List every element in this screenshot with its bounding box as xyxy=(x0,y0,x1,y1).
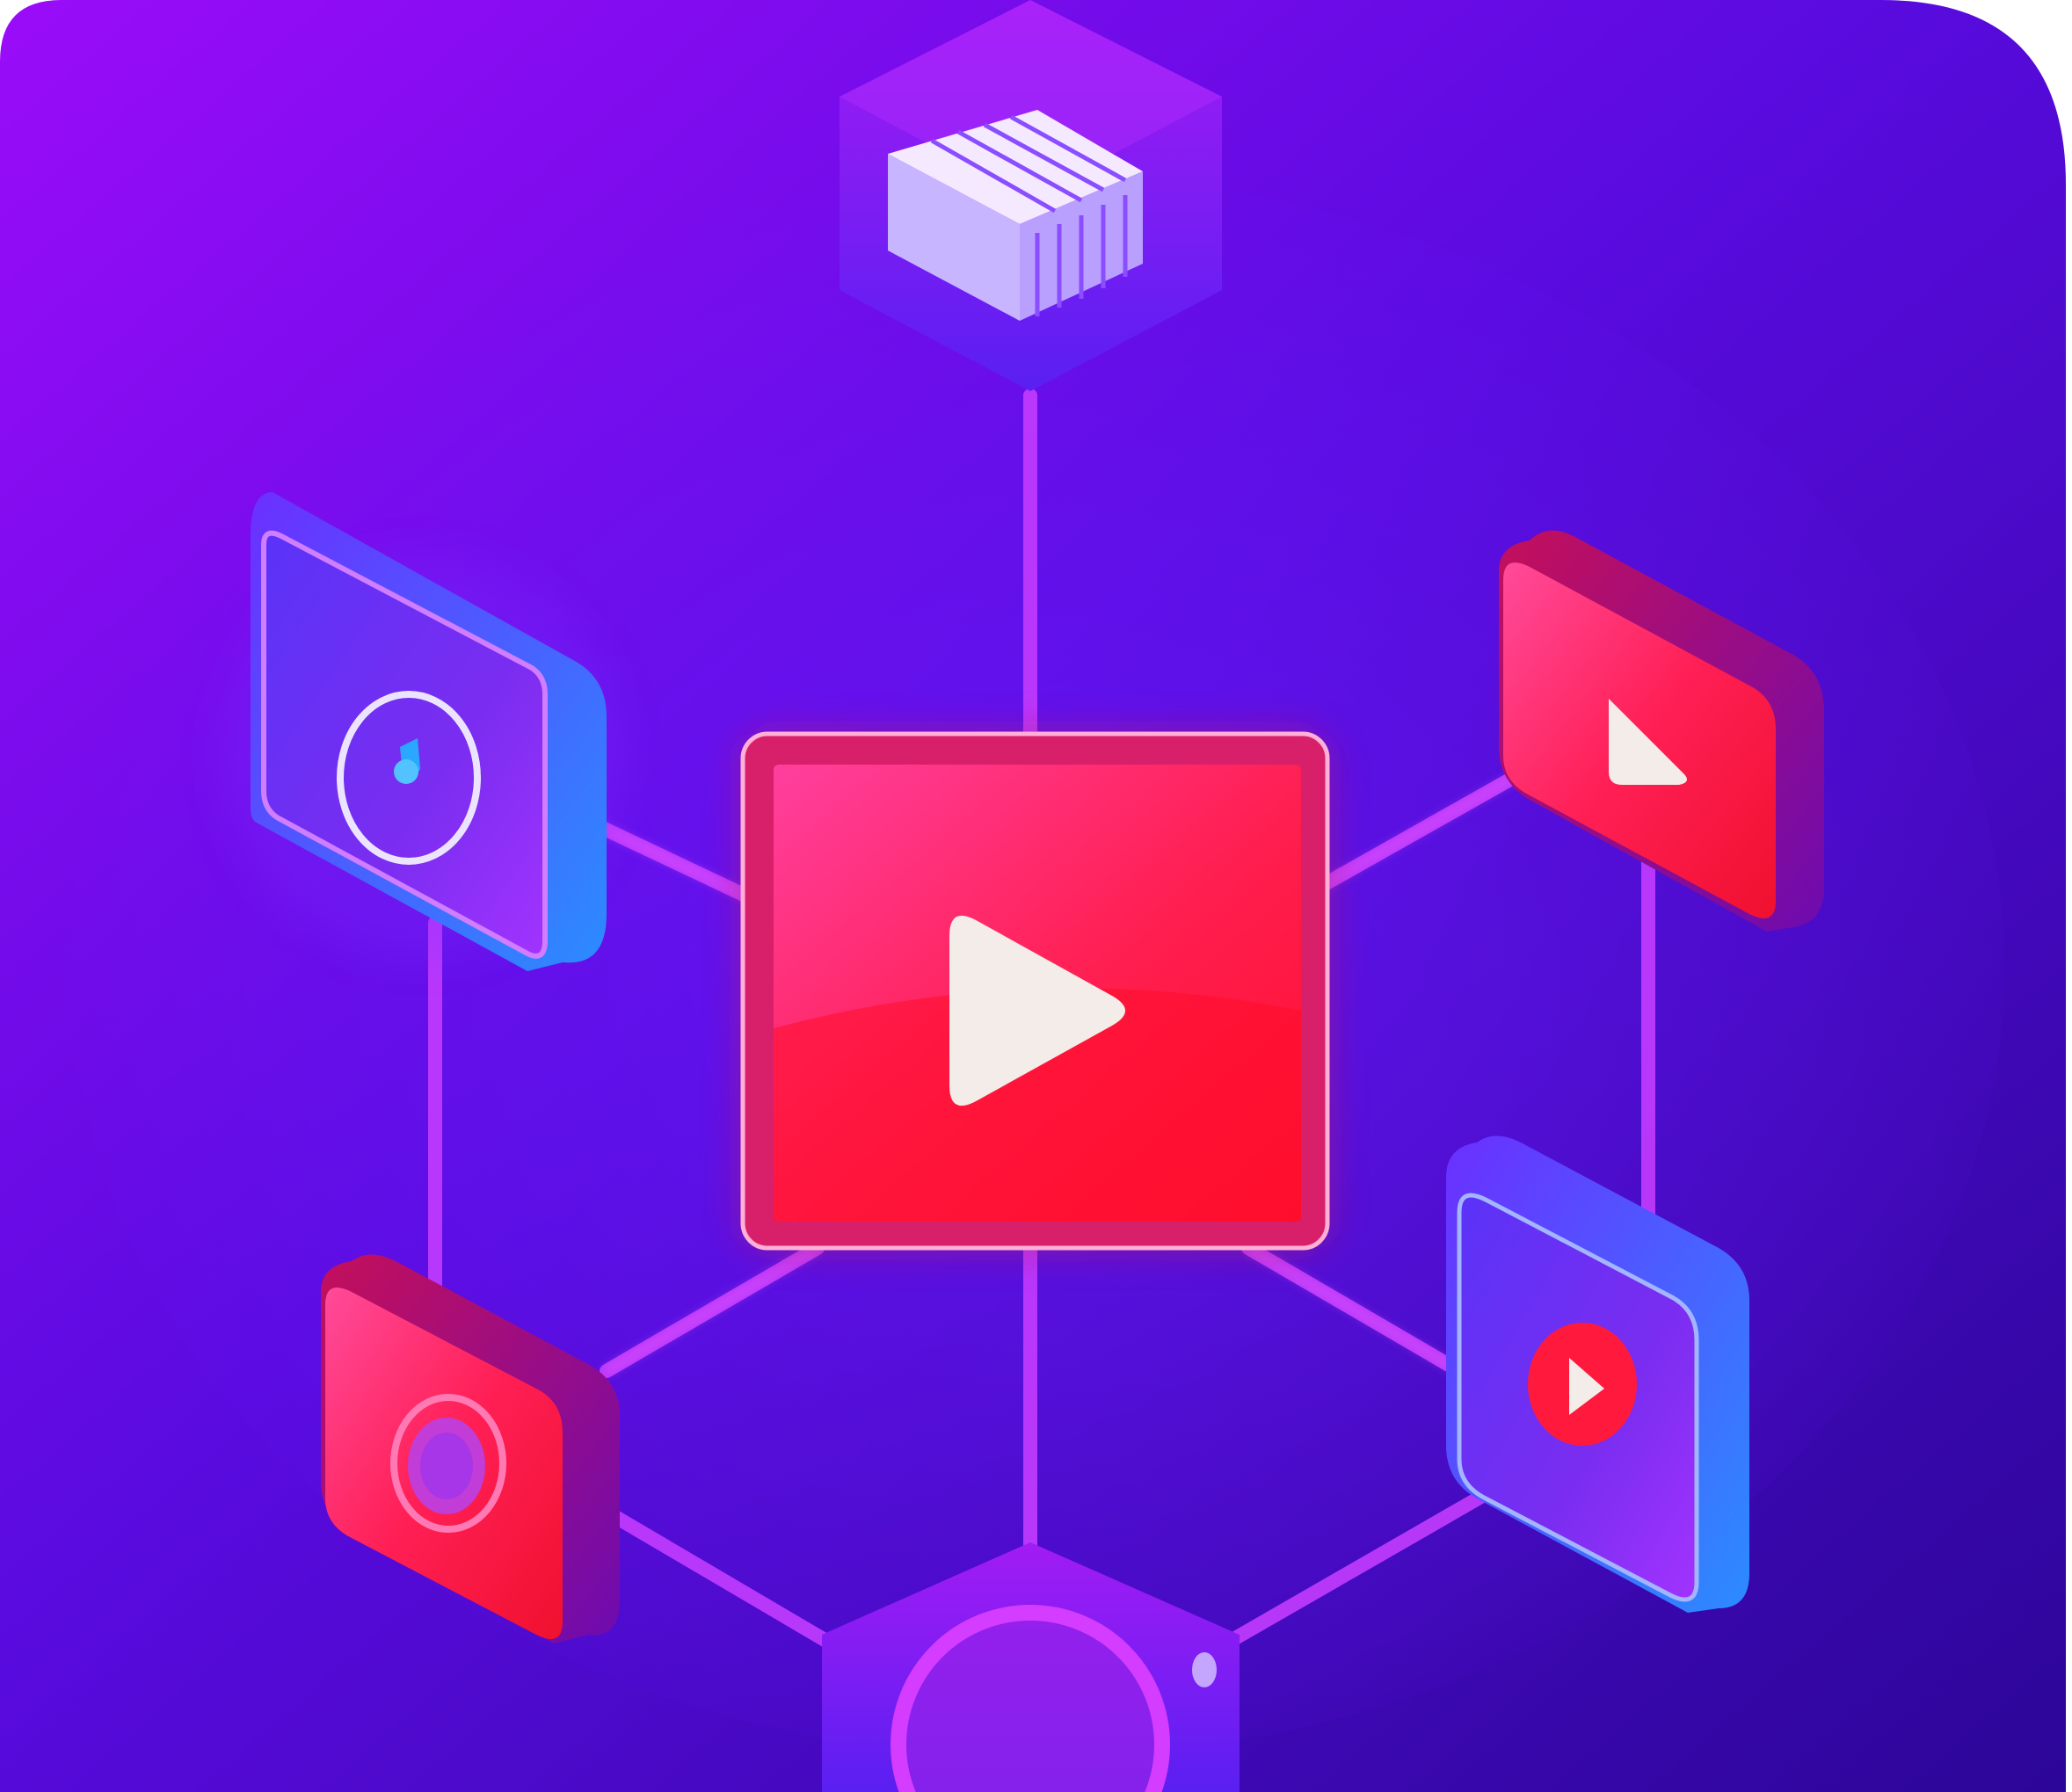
play-circle-icon xyxy=(1528,1323,1637,1446)
media-network-illustration xyxy=(0,0,2072,1792)
illustration-canvas xyxy=(0,0,2072,1792)
center-screen xyxy=(740,731,1330,1251)
